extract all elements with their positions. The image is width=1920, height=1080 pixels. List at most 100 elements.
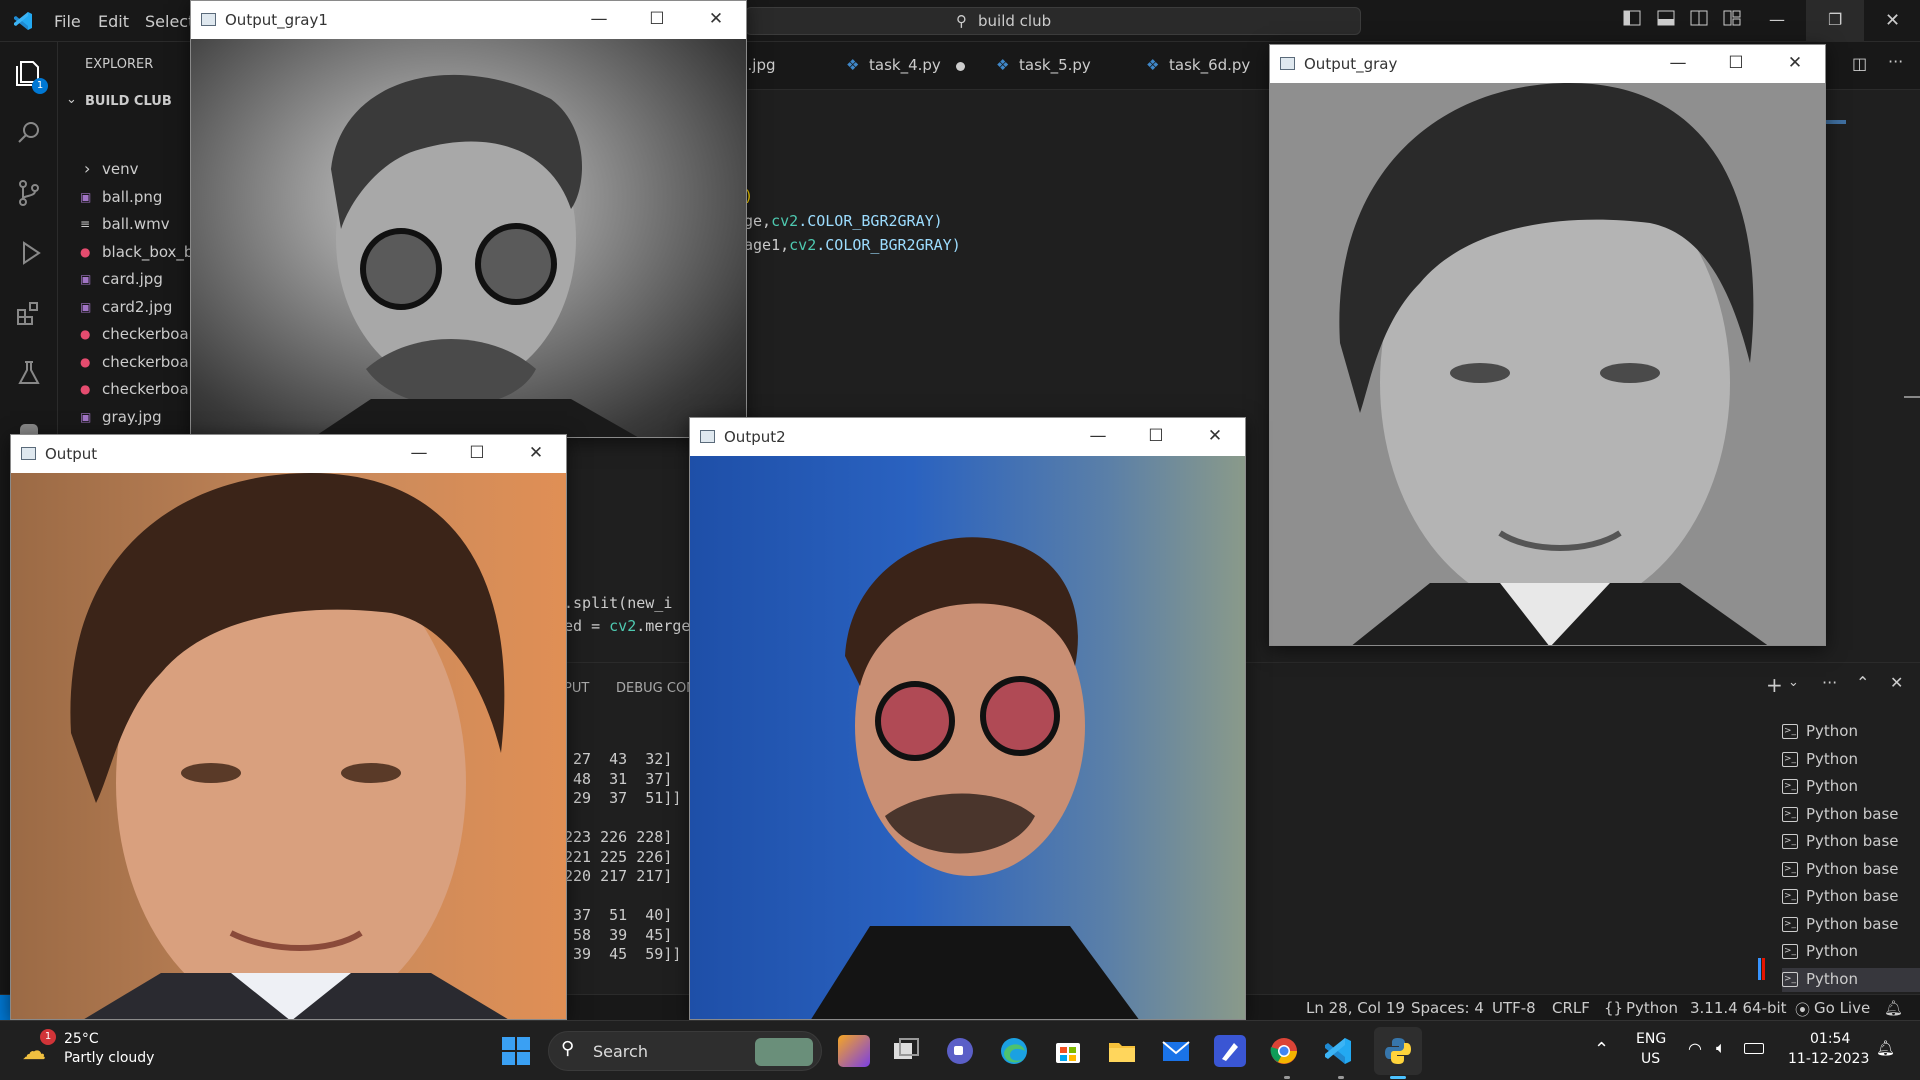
- window-output2[interactable]: Output2 — ☐ ✕: [689, 417, 1246, 1020]
- terminal-label: Python base: [1806, 887, 1899, 905]
- chevron-up-icon[interactable]: ⌃: [1594, 1039, 1609, 1060]
- copilot-icon[interactable]: [838, 1035, 870, 1067]
- customize-layout-icon[interactable]: [1723, 10, 1741, 30]
- window-titlebar[interactable]: Output — ☐ ✕: [11, 435, 566, 473]
- window-output-gray1[interactable]: Output_gray1 — ☐ ✕: [190, 0, 747, 438]
- scrollbar-marker[interactable]: [1904, 396, 1920, 398]
- notification-bell-icon[interactable]: 🔔︎: [1876, 1039, 1895, 1057]
- testing-icon[interactable]: [14, 358, 44, 388]
- edge-icon[interactable]: [998, 1035, 1030, 1067]
- tab-task-5[interactable]: task_5.py: [1019, 56, 1091, 74]
- minimize-icon[interactable]: —: [409, 443, 429, 463]
- explorer-file-item[interactable]: ● checkerboar: [58, 352, 200, 374]
- taskbar-search[interactable]: ⚲ Search: [548, 1031, 822, 1071]
- more-actions-icon[interactable]: ···: [1822, 673, 1837, 692]
- minimize-icon[interactable]: —: [1769, 10, 1785, 29]
- toggle-primary-sidebar-icon[interactable]: [1623, 10, 1641, 30]
- terminal-instance[interactable]: >_ Python: [1782, 967, 1920, 992]
- explorer-file-item[interactable]: ▣ ball.png: [58, 187, 200, 209]
- tab-debug-console[interactable]: DEBUG CON: [616, 681, 696, 696]
- image-color-portrait: [11, 473, 566, 1019]
- status-indentation[interactable]: Spaces: 4: [1411, 999, 1484, 1017]
- close-icon[interactable]: ✕: [526, 443, 546, 463]
- explorer-file-item[interactable]: ● checkerboar: [58, 324, 200, 346]
- python-app-button[interactable]: [1374, 1027, 1422, 1075]
- run-debug-icon[interactable]: [14, 238, 44, 268]
- tab-task-4[interactable]: task_4.py: [869, 56, 941, 74]
- clock-date[interactable]: 11-12-2023: [1788, 1051, 1869, 1067]
- language-region[interactable]: US: [1641, 1051, 1660, 1067]
- minimize-icon[interactable]: —: [1088, 426, 1108, 446]
- window-titlebar[interactable]: Output2 — ☐ ✕: [690, 418, 1245, 456]
- wifi-icon[interactable]: ◠: [1688, 1039, 1702, 1058]
- menu-edit[interactable]: Edit: [98, 12, 129, 31]
- maximize-icon[interactable]: ☐: [1726, 53, 1746, 73]
- window-titlebar[interactable]: Output_gray — ☐ ✕: [1270, 45, 1825, 83]
- window-titlebar[interactable]: Output_gray1 — ☐ ✕: [191, 1, 746, 39]
- chevron-right-icon: ›: [84, 159, 91, 178]
- explorer-file-item[interactable]: ● checkerboar: [58, 379, 200, 401]
- task-view-icon[interactable]: [890, 1035, 922, 1067]
- minimize-icon[interactable]: —: [1668, 53, 1688, 73]
- more-actions-icon[interactable]: ···: [1888, 52, 1903, 71]
- extensions-icon[interactable]: [14, 298, 44, 328]
- python-file-icon: ❖: [996, 56, 1010, 74]
- bell-icon[interactable]: 🔔︎: [1884, 999, 1903, 1017]
- status-cursor-position[interactable]: Ln 28, Col 19: [1306, 999, 1405, 1017]
- folder-build-club[interactable]: ⌄ BUILD CLUB: [58, 92, 200, 114]
- close-icon[interactable]: ✕: [1885, 10, 1900, 31]
- weather-widget[interactable]: ☁ 1 25°C Partly cloudy: [22, 1029, 172, 1073]
- explorer-file-label: venv: [102, 160, 139, 178]
- mail-icon[interactable]: [1160, 1035, 1192, 1067]
- menu-file[interactable]: File: [54, 12, 81, 31]
- restore-button[interactable]: ❐: [1806, 0, 1864, 42]
- chevron-down-icon[interactable]: ⌄: [1788, 675, 1799, 690]
- clock-time[interactable]: 01:54: [1810, 1031, 1850, 1047]
- teams-chat-icon[interactable]: [944, 1035, 976, 1067]
- toggle-panel-icon[interactable]: [1657, 10, 1675, 30]
- output-line: 58 39 45]: [564, 925, 673, 944]
- close-icon[interactable]: ✕: [1205, 426, 1225, 446]
- window-app-icon: [21, 447, 36, 460]
- minimize-icon[interactable]: —: [589, 9, 609, 29]
- command-center-search[interactable]: ⚲ build club: [745, 7, 1361, 35]
- status-go-live[interactable]: Go Live: [1814, 999, 1870, 1017]
- maximize-icon[interactable]: ☐: [647, 9, 667, 29]
- status-encoding[interactable]: UTF-8: [1492, 999, 1536, 1017]
- explorer-file-item[interactable]: ≡ ball.wmv: [58, 214, 200, 236]
- close-panel-icon[interactable]: ✕: [1890, 673, 1903, 692]
- maximize-icon[interactable]: ☐: [467, 443, 487, 463]
- explorer-file-item[interactable]: › venv: [58, 159, 200, 181]
- explorer-file-item[interactable]: ● black_box_b: [58, 242, 200, 264]
- maximize-icon[interactable]: ☐: [1146, 426, 1166, 446]
- close-icon[interactable]: ✕: [706, 9, 726, 29]
- vscode-icon[interactable]: [1322, 1035, 1354, 1067]
- explorer-file-item[interactable]: ▣ card2.jpg: [58, 297, 200, 319]
- toggle-secondary-sidebar-icon[interactable]: [1690, 10, 1708, 30]
- volume-icon[interactable]: 🔈︎: [1716, 1038, 1726, 1058]
- maximize-panel-icon[interactable]: ⌃: [1856, 673, 1869, 692]
- add-terminal-icon[interactable]: +: [1766, 673, 1783, 697]
- tab-task-6d[interactable]: task_6d.py: [1169, 56, 1250, 74]
- window-output[interactable]: Output — ☐ ✕: [10, 434, 567, 1020]
- pen-app-icon[interactable]: [1214, 1035, 1246, 1067]
- status-eol[interactable]: CRLF: [1552, 999, 1590, 1017]
- windows-start-icon[interactable]: [500, 1035, 532, 1067]
- split-editor-icon[interactable]: ◫: [1852, 54, 1867, 73]
- search-icon[interactable]: [14, 118, 44, 148]
- microsoft-store-icon[interactable]: [1052, 1035, 1084, 1067]
- status-interpreter[interactable]: 3.11.4 64-bit: [1690, 999, 1787, 1017]
- image-file-icon: ▣: [80, 189, 92, 204]
- language-code[interactable]: ENG: [1636, 1031, 1666, 1047]
- battery-icon[interactable]: [1744, 1043, 1764, 1054]
- tab-output[interactable]: PUT: [564, 681, 589, 696]
- source-control-icon[interactable]: [14, 178, 44, 208]
- close-icon[interactable]: ✕: [1785, 53, 1805, 73]
- status-language[interactable]: Python: [1626, 999, 1678, 1017]
- explorer-file-item[interactable]: ▣ gray.jpg: [58, 407, 200, 429]
- window-output-gray[interactable]: Output_gray — ☐ ✕: [1269, 44, 1826, 646]
- explorer-file-item[interactable]: ▣ card.jpg: [58, 269, 200, 291]
- chrome-icon[interactable]: [1268, 1035, 1300, 1067]
- terminal-icon: >_: [1782, 861, 1798, 877]
- file-explorer-icon[interactable]: [1106, 1035, 1138, 1067]
